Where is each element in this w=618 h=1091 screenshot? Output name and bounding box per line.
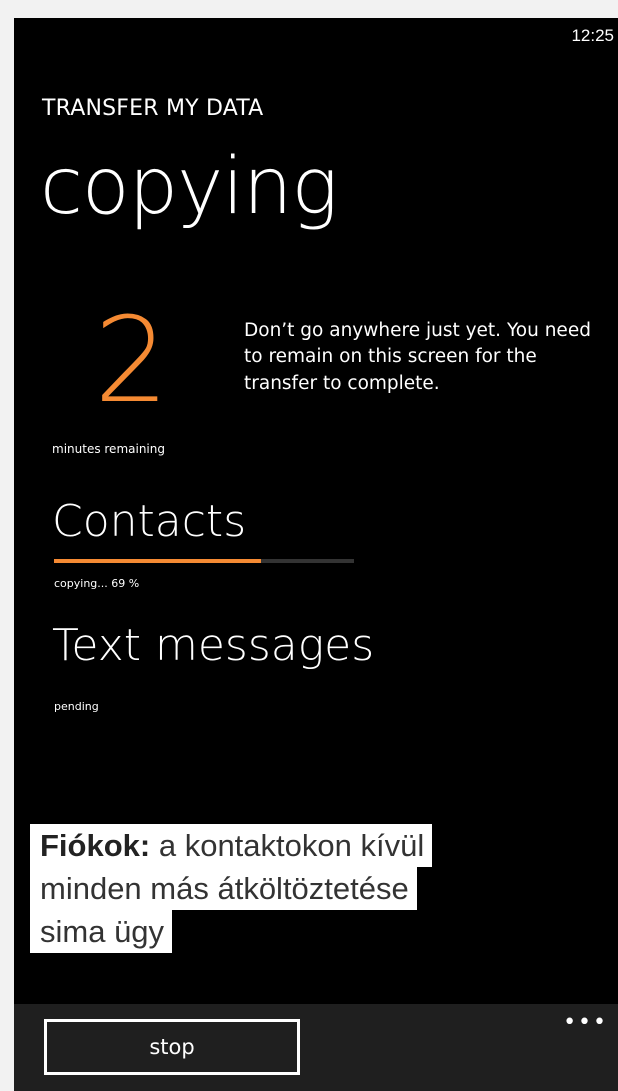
- caption-line-2: minden más átköltöztetése: [30, 867, 417, 910]
- caption-overlay: Fiókok: a kontaktokon kívül minden más á…: [30, 824, 433, 953]
- page-title: copying: [40, 142, 338, 232]
- contacts-progress-fill: [54, 559, 261, 563]
- contacts-title: Contacts: [52, 496, 247, 547]
- caption-bold: Fiókok:: [40, 828, 151, 863]
- phone-screen: 12:25 TRANSFER MY DATA copying 2 minutes…: [14, 18, 618, 1091]
- minutes-remaining-value: 2: [94, 291, 170, 429]
- text-messages-status: pending: [54, 700, 99, 713]
- info-message: Don’t go anywhere just yet. You need to …: [244, 320, 591, 394]
- app-title: TRANSFER MY DATA: [42, 96, 264, 121]
- contacts-status: copying... 69 %: [54, 577, 140, 590]
- contacts-progress-bar: [54, 559, 354, 563]
- more-ellipsis-icon[interactable]: •••: [563, 1010, 608, 1035]
- stop-button[interactable]: stop: [44, 1019, 300, 1075]
- caption-line-1: Fiókok: a kontaktokon kívül: [30, 824, 433, 867]
- text-messages-title: Text messages: [52, 620, 375, 671]
- caption-line-3: sima ügy: [30, 910, 173, 953]
- app-bar: stop •••: [14, 1004, 618, 1091]
- minutes-remaining-label: minutes remaining: [52, 442, 165, 456]
- caption-line-1-text: a kontaktokon kívül: [150, 828, 425, 863]
- status-time: 12:25: [571, 26, 614, 45]
